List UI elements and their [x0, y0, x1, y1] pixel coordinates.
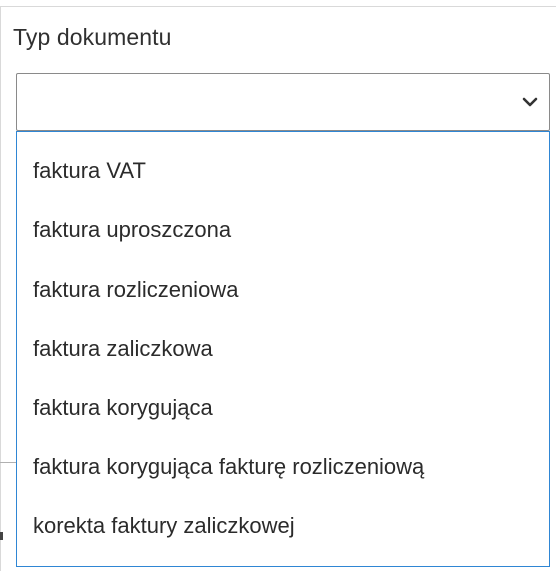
document-type-dropdown-list: faktura VAT faktura uproszczona faktura …: [16, 131, 550, 567]
document-type-panel: Typ dokumentu faktura VAT faktura uprosz…: [0, 0, 556, 571]
panel-border-top: [0, 6, 556, 7]
panel-border-left: [0, 6, 1, 571]
option-faktura-korygujaca-fakture-rozliczeniowa[interactable]: faktura korygująca fakturę rozliczeniową: [33, 454, 424, 480]
option-faktura-vat[interactable]: faktura VAT: [33, 158, 146, 184]
document-type-select[interactable]: [16, 73, 550, 131]
option-korekta-faktury-zaliczkowej[interactable]: korekta faktury zaliczkowej: [33, 513, 295, 539]
document-type-label: Typ dokumentu: [13, 24, 172, 50]
option-faktura-uproszczona[interactable]: faktura uproszczona: [33, 217, 231, 243]
option-faktura-zaliczkowa[interactable]: faktura zaliczkowa: [33, 336, 213, 362]
underlying-divider: [0, 462, 16, 463]
underlying-mark: [0, 532, 3, 540]
chevron-down-icon[interactable]: [521, 94, 539, 110]
option-faktura-rozliczeniowa[interactable]: faktura rozliczeniowa: [33, 277, 238, 303]
option-faktura-korygujaca[interactable]: faktura korygująca: [33, 395, 213, 421]
